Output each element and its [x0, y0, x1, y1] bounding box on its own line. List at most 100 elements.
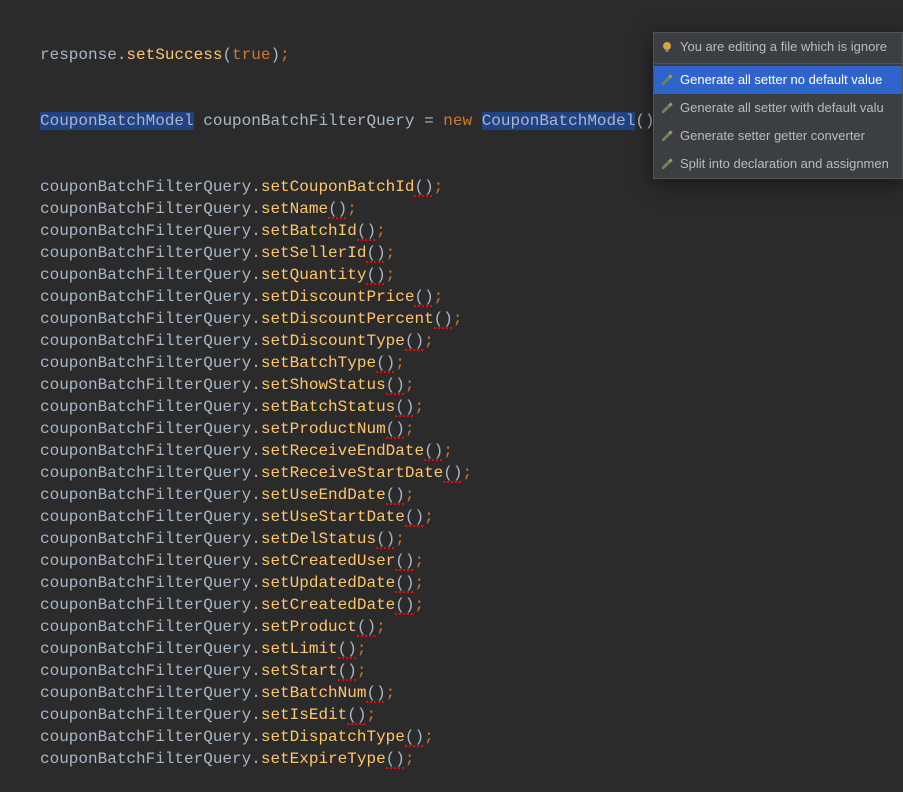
- method-call: setLimit: [261, 640, 338, 658]
- identifier: couponBatchFilterQuery: [40, 398, 251, 416]
- intention-action-item[interactable]: Generate setter getter converter: [654, 122, 902, 150]
- intention-action-label: Generate all setter no default value: [680, 69, 882, 91]
- method-call: setExpireType: [261, 750, 386, 768]
- method-call: setDelStatus: [261, 530, 376, 548]
- bool-literal: true: [232, 46, 270, 64]
- identifier: couponBatchFilterQuery: [40, 222, 251, 240]
- type-name: CouponBatchModel: [482, 112, 636, 130]
- method-call: setSellerId: [261, 244, 367, 262]
- method-call: setCreatedUser: [261, 552, 395, 570]
- code-line: couponBatchFilterQuery.setShowStatus();: [40, 374, 903, 396]
- code-line: couponBatchFilterQuery.setUpdatedDate();: [40, 572, 903, 594]
- code-line: couponBatchFilterQuery.setDispatchType()…: [40, 726, 903, 748]
- method-call: setDiscountPrice: [261, 288, 415, 306]
- method-call: setDiscountType: [261, 332, 405, 350]
- code-line: couponBatchFilterQuery.setLimit();: [40, 638, 903, 660]
- code-line: couponBatchFilterQuery.setStart();: [40, 660, 903, 682]
- popup-hint-text: You are editing a file which is ignore: [680, 36, 887, 58]
- method-call: setQuantity: [261, 266, 367, 284]
- identifier: couponBatchFilterQuery: [40, 750, 251, 768]
- method-call: setBatchNum: [261, 684, 367, 702]
- method-call: setCreatedDate: [261, 596, 395, 614]
- identifier: couponBatchFilterQuery: [40, 552, 251, 570]
- method-call: setSuccess: [126, 46, 222, 64]
- identifier: couponBatchFilterQuery: [40, 618, 251, 636]
- identifier: couponBatchFilterQuery: [40, 332, 251, 350]
- identifier: couponBatchFilterQuery: [40, 376, 251, 394]
- code-line: couponBatchFilterQuery.setReceiveStartDa…: [40, 462, 903, 484]
- method-call: setReceiveEndDate: [261, 442, 424, 460]
- intention-action-label: Generate setter getter converter: [680, 125, 865, 147]
- intention-popup[interactable]: You are editing a file which is ignore G…: [653, 32, 903, 179]
- popup-separator: [654, 63, 902, 64]
- identifier: couponBatchFilterQuery: [203, 112, 414, 130]
- intention-action-label: Generate all setter with default valu: [680, 97, 884, 119]
- identifier: couponBatchFilterQuery: [40, 728, 251, 746]
- code-line: couponBatchFilterQuery.setProduct();: [40, 616, 903, 638]
- method-call: setProduct: [261, 618, 357, 636]
- keyword-new: new: [443, 112, 472, 130]
- identifier: couponBatchFilterQuery: [40, 486, 251, 504]
- intention-action-item[interactable]: Split into declaration and assignmen: [654, 150, 902, 178]
- code-line: couponBatchFilterQuery.setDiscountType()…: [40, 330, 903, 352]
- pencil-icon: [660, 101, 674, 115]
- method-call: setDispatchType: [261, 728, 405, 746]
- code-line: couponBatchFilterQuery.setReceiveEndDate…: [40, 440, 903, 462]
- identifier: couponBatchFilterQuery: [40, 178, 251, 196]
- identifier: couponBatchFilterQuery: [40, 464, 251, 482]
- code-line: couponBatchFilterQuery.setDelStatus();: [40, 528, 903, 550]
- method-call: setStart: [261, 662, 338, 680]
- code-line: couponBatchFilterQuery.setUseStartDate()…: [40, 506, 903, 528]
- method-call: setDiscountPercent: [261, 310, 434, 328]
- pencil-icon: [660, 129, 674, 143]
- code-line: couponBatchFilterQuery.setBatchType();: [40, 352, 903, 374]
- method-call: setReceiveStartDate: [261, 464, 443, 482]
- identifier: couponBatchFilterQuery: [40, 288, 251, 306]
- method-call: setBatchStatus: [261, 398, 395, 416]
- bulb-icon: [660, 40, 674, 54]
- pencil-icon: [660, 73, 674, 87]
- identifier: couponBatchFilterQuery: [40, 662, 251, 680]
- identifier: couponBatchFilterQuery: [40, 266, 251, 284]
- code-line: couponBatchFilterQuery.setBatchStatus();: [40, 396, 903, 418]
- identifier: couponBatchFilterQuery: [40, 706, 251, 724]
- method-call: setUseEndDate: [261, 486, 386, 504]
- identifier: couponBatchFilterQuery: [40, 200, 251, 218]
- identifier: couponBatchFilterQuery: [40, 442, 251, 460]
- identifier: couponBatchFilterQuery: [40, 310, 251, 328]
- identifier: couponBatchFilterQuery: [40, 244, 251, 262]
- method-call: setUpdatedDate: [261, 574, 395, 592]
- identifier: couponBatchFilterQuery: [40, 684, 251, 702]
- code-line: couponBatchFilterQuery.setSellerId();: [40, 242, 903, 264]
- method-call: setIsEdit: [261, 706, 347, 724]
- code-line: couponBatchFilterQuery.setExpireType();: [40, 748, 903, 770]
- type-name: CouponBatchModel: [40, 112, 194, 130]
- method-call: setUseStartDate: [261, 508, 405, 526]
- popup-hint-ignored-file: You are editing a file which is ignore: [654, 33, 902, 61]
- identifier: couponBatchFilterQuery: [40, 420, 251, 438]
- method-call: setShowStatus: [261, 376, 386, 394]
- code-line: couponBatchFilterQuery.setDiscountPrice(…: [40, 286, 903, 308]
- method-call: setBatchId: [261, 222, 357, 240]
- method-call: setProductNum: [261, 420, 386, 438]
- code-line: couponBatchFilterQuery.setCouponBatchId(…: [40, 176, 903, 198]
- identifier: couponBatchFilterQuery: [40, 596, 251, 614]
- code-line: couponBatchFilterQuery.setIsEdit();: [40, 704, 903, 726]
- identifier: couponBatchFilterQuery: [40, 574, 251, 592]
- method-call: setName: [261, 200, 328, 218]
- identifier: couponBatchFilterQuery: [40, 508, 251, 526]
- code-line: couponBatchFilterQuery.setBatchNum();: [40, 682, 903, 704]
- identifier: response: [40, 46, 117, 64]
- code-line: couponBatchFilterQuery.setBatchId();: [40, 220, 903, 242]
- code-line: couponBatchFilterQuery.setUseEndDate();: [40, 484, 903, 506]
- intention-action-item[interactable]: Generate all setter with default valu: [654, 94, 902, 122]
- code-line: couponBatchFilterQuery.setCreatedUser();: [40, 550, 903, 572]
- code-line: couponBatchFilterQuery.setProductNum();: [40, 418, 903, 440]
- method-call: setCouponBatchId: [261, 178, 415, 196]
- code-line: couponBatchFilterQuery.setQuantity();: [40, 264, 903, 286]
- code-line: couponBatchFilterQuery.setName();: [40, 198, 903, 220]
- intention-action-item[interactable]: Generate all setter no default value: [654, 66, 902, 94]
- pencil-icon: [660, 157, 674, 171]
- method-call: setBatchType: [261, 354, 376, 372]
- identifier: couponBatchFilterQuery: [40, 530, 251, 548]
